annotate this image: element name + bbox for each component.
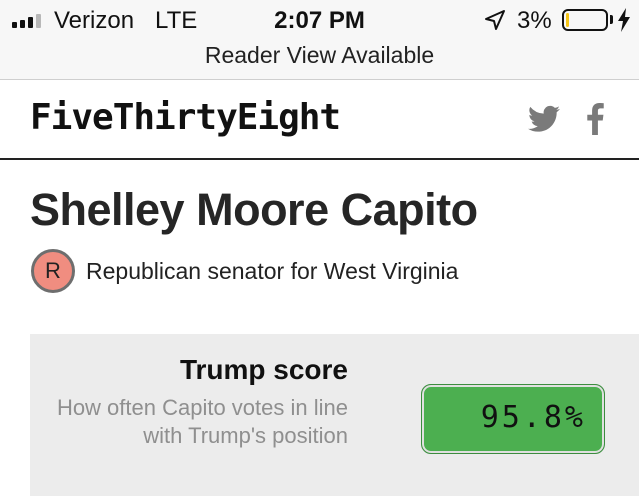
site-header: FiveThirtyEight <box>0 81 639 160</box>
battery-tip <box>610 15 613 24</box>
battery-level <box>566 13 569 27</box>
reader-view-label[interactable]: Reader View Available <box>0 42 639 69</box>
charging-bolt-icon <box>618 8 630 32</box>
senator-name: Shelley Moore Capito <box>30 184 478 235</box>
score-value: 95.8% <box>480 400 586 435</box>
location-arrow-icon <box>485 10 505 30</box>
score-title: Trump score <box>179 354 348 385</box>
party-badge: R <box>31 249 75 293</box>
site-logo[interactable]: FiveThirtyEight <box>30 97 341 138</box>
status-bar: Verizon LTE 2:07 PM 3% <box>0 0 639 40</box>
trump-score-panel: Trump score How often Capito votes in li… <box>30 334 639 496</box>
facebook-icon[interactable] <box>586 103 604 135</box>
twitter-icon[interactable] <box>528 105 560 133</box>
score-description: How often Capito votes in line with Trum… <box>56 395 348 448</box>
battery-icon <box>562 9 608 31</box>
battery-percent: 3% <box>517 7 552 34</box>
score-badge: 95.8% <box>421 384 605 454</box>
reader-view-bar[interactable]: Reader View Available <box>0 40 639 80</box>
senator-description: Republican senator for West Virginia <box>86 258 459 284</box>
